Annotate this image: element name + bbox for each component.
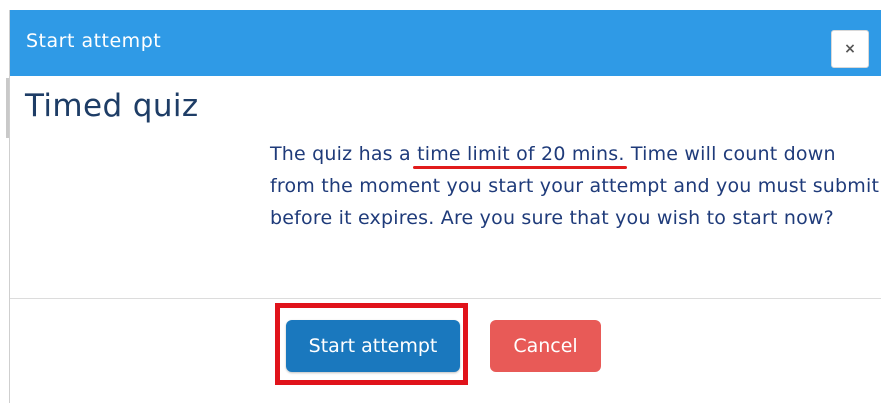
time-limit-message: The quiz has a time limit of 20 mins. Ti… — [270, 138, 880, 234]
footer-divider — [10, 298, 881, 299]
cancel-button[interactable]: Cancel — [490, 320, 601, 372]
message-text-before: The quiz has a — [270, 143, 418, 165]
time-limit-text: time limit of 20 mins. — [417, 143, 625, 165]
start-attempt-dialog: Start attempt × Timed quiz The quiz has … — [9, 10, 881, 403]
time-limit-highlight: time limit of 20 mins. — [413, 143, 627, 169]
quiz-heading: Timed quiz — [25, 88, 199, 124]
page: Start attempt × Timed quiz The quiz has … — [0, 0, 884, 403]
close-button[interactable]: × — [831, 30, 869, 68]
close-icon: × — [844, 41, 856, 57]
red-underline-annotation — [413, 166, 627, 169]
start-attempt-button[interactable]: Start attempt — [286, 320, 460, 372]
dialog-title: Start attempt — [26, 30, 162, 52]
dialog-header: Start attempt × — [10, 10, 881, 76]
